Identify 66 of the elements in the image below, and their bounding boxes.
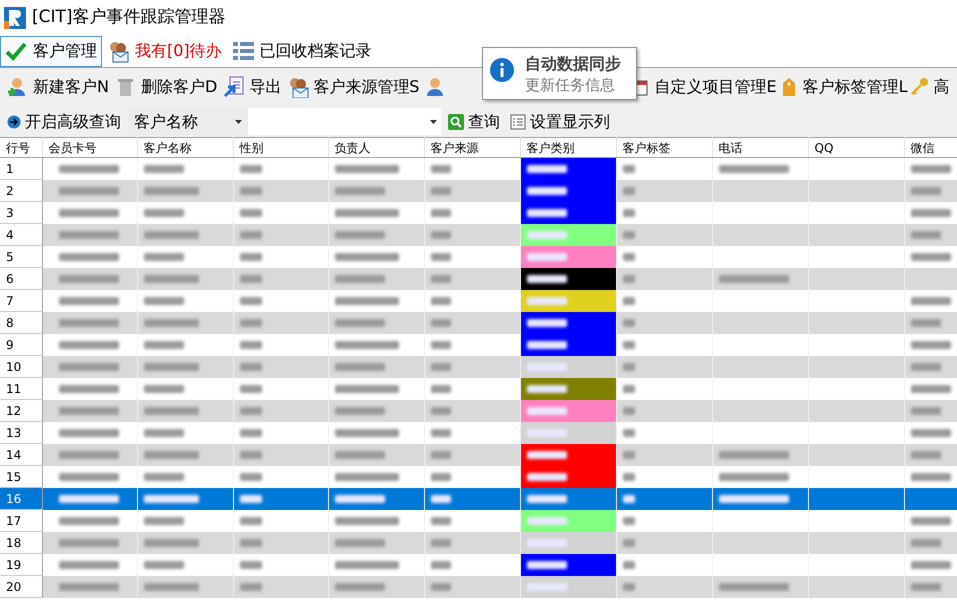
row-number: 1 [0,158,42,180]
row-number: 18 [0,532,42,554]
table-row[interactable]: 12 [0,400,957,422]
row-number: 7 [0,290,42,312]
table-row[interactable]: 2 [0,180,957,202]
table-row[interactable]: 15 [0,466,957,488]
row-number: 8 [0,312,42,334]
row-number: 2 [0,180,42,202]
row-number: 6 [0,268,42,290]
toolbar-button[interactable]: 客户标签管理L [778,71,908,103]
column-header[interactable]: 客户来源 [424,138,520,158]
table-row[interactable]: 19 [0,554,957,576]
table-row[interactable]: 14 [0,444,957,466]
row-number: 16 [0,488,42,510]
table-row[interactable]: 13 [0,422,957,444]
row-number: 13 [0,422,42,444]
row-number: 12 [0,400,42,422]
table-row[interactable]: 16 [0,488,957,510]
tooltip-title: 自动数据同步 [525,54,621,74]
row-number: 11 [0,378,42,400]
toolbar-button[interactable]: 客户来源管理S [284,71,422,103]
table-row[interactable]: 17 [0,510,957,532]
row-number: 9 [0,334,42,356]
table-row[interactable]: 6 [0,268,957,290]
row-number: 5 [0,246,42,268]
search-button[interactable]: 查询 [445,106,503,138]
table-row[interactable]: 9 [0,334,957,356]
tab[interactable]: 客户管理 [0,36,102,66]
toolbar-button[interactable]: 高 [908,71,950,103]
row-number: 10 [0,356,42,378]
column-header[interactable]: 客户标签 [616,138,712,158]
table-row[interactable]: 11 [0,378,957,400]
row-number: 19 [0,554,42,576]
window-title: [CIT]客户事件跟踪管理器 [32,6,226,29]
column-header[interactable]: 负责人 [328,138,424,158]
table-row[interactable]: 8 [0,312,957,334]
tooltip-text: 更新任务信息 [525,75,616,96]
row-number: 15 [0,466,42,488]
table-row[interactable]: 1 [0,158,957,180]
field-dropdown[interactable]: 客户名称 [128,108,248,135]
column-header[interactable]: 客户类别 [520,138,616,158]
column-header[interactable]: QQ [808,138,904,158]
column-header[interactable]: 电话 [712,138,808,158]
advanced-search-button[interactable]: 开启高级查询 [4,106,124,138]
row-number: 17 [0,510,42,532]
table-row[interactable]: 18 [0,532,957,554]
table-row[interactable]: 20 [0,576,957,598]
column-header[interactable]: 性别 [233,138,328,158]
table-row[interactable]: 10 [0,356,957,378]
tab[interactable]: 已回收档案记录 [226,36,377,66]
column-header[interactable]: 微信 [904,138,957,158]
tab[interactable]: 我有[0]待办 [102,36,227,66]
row-number: 3 [0,202,42,224]
row-number: 4 [0,224,42,246]
table-row[interactable]: 5 [0,246,957,268]
columns-button[interactable]: 设置显示列 [507,106,613,138]
toolbar-button[interactable]: 导出 [220,71,284,103]
toolbar-button[interactable]: 删除客户D [112,71,220,103]
column-header[interactable]: 客户名称 [137,138,233,158]
table-row[interactable]: 4 [0,224,957,246]
row-number: 14 [0,444,42,466]
table-row[interactable]: 7 [0,290,957,312]
toolbar-button[interactable]: 新建客户N [4,71,112,103]
row-number: 20 [0,576,42,598]
column-header[interactable]: 会员卡号 [42,138,137,158]
table-row[interactable]: 3 [0,202,957,224]
